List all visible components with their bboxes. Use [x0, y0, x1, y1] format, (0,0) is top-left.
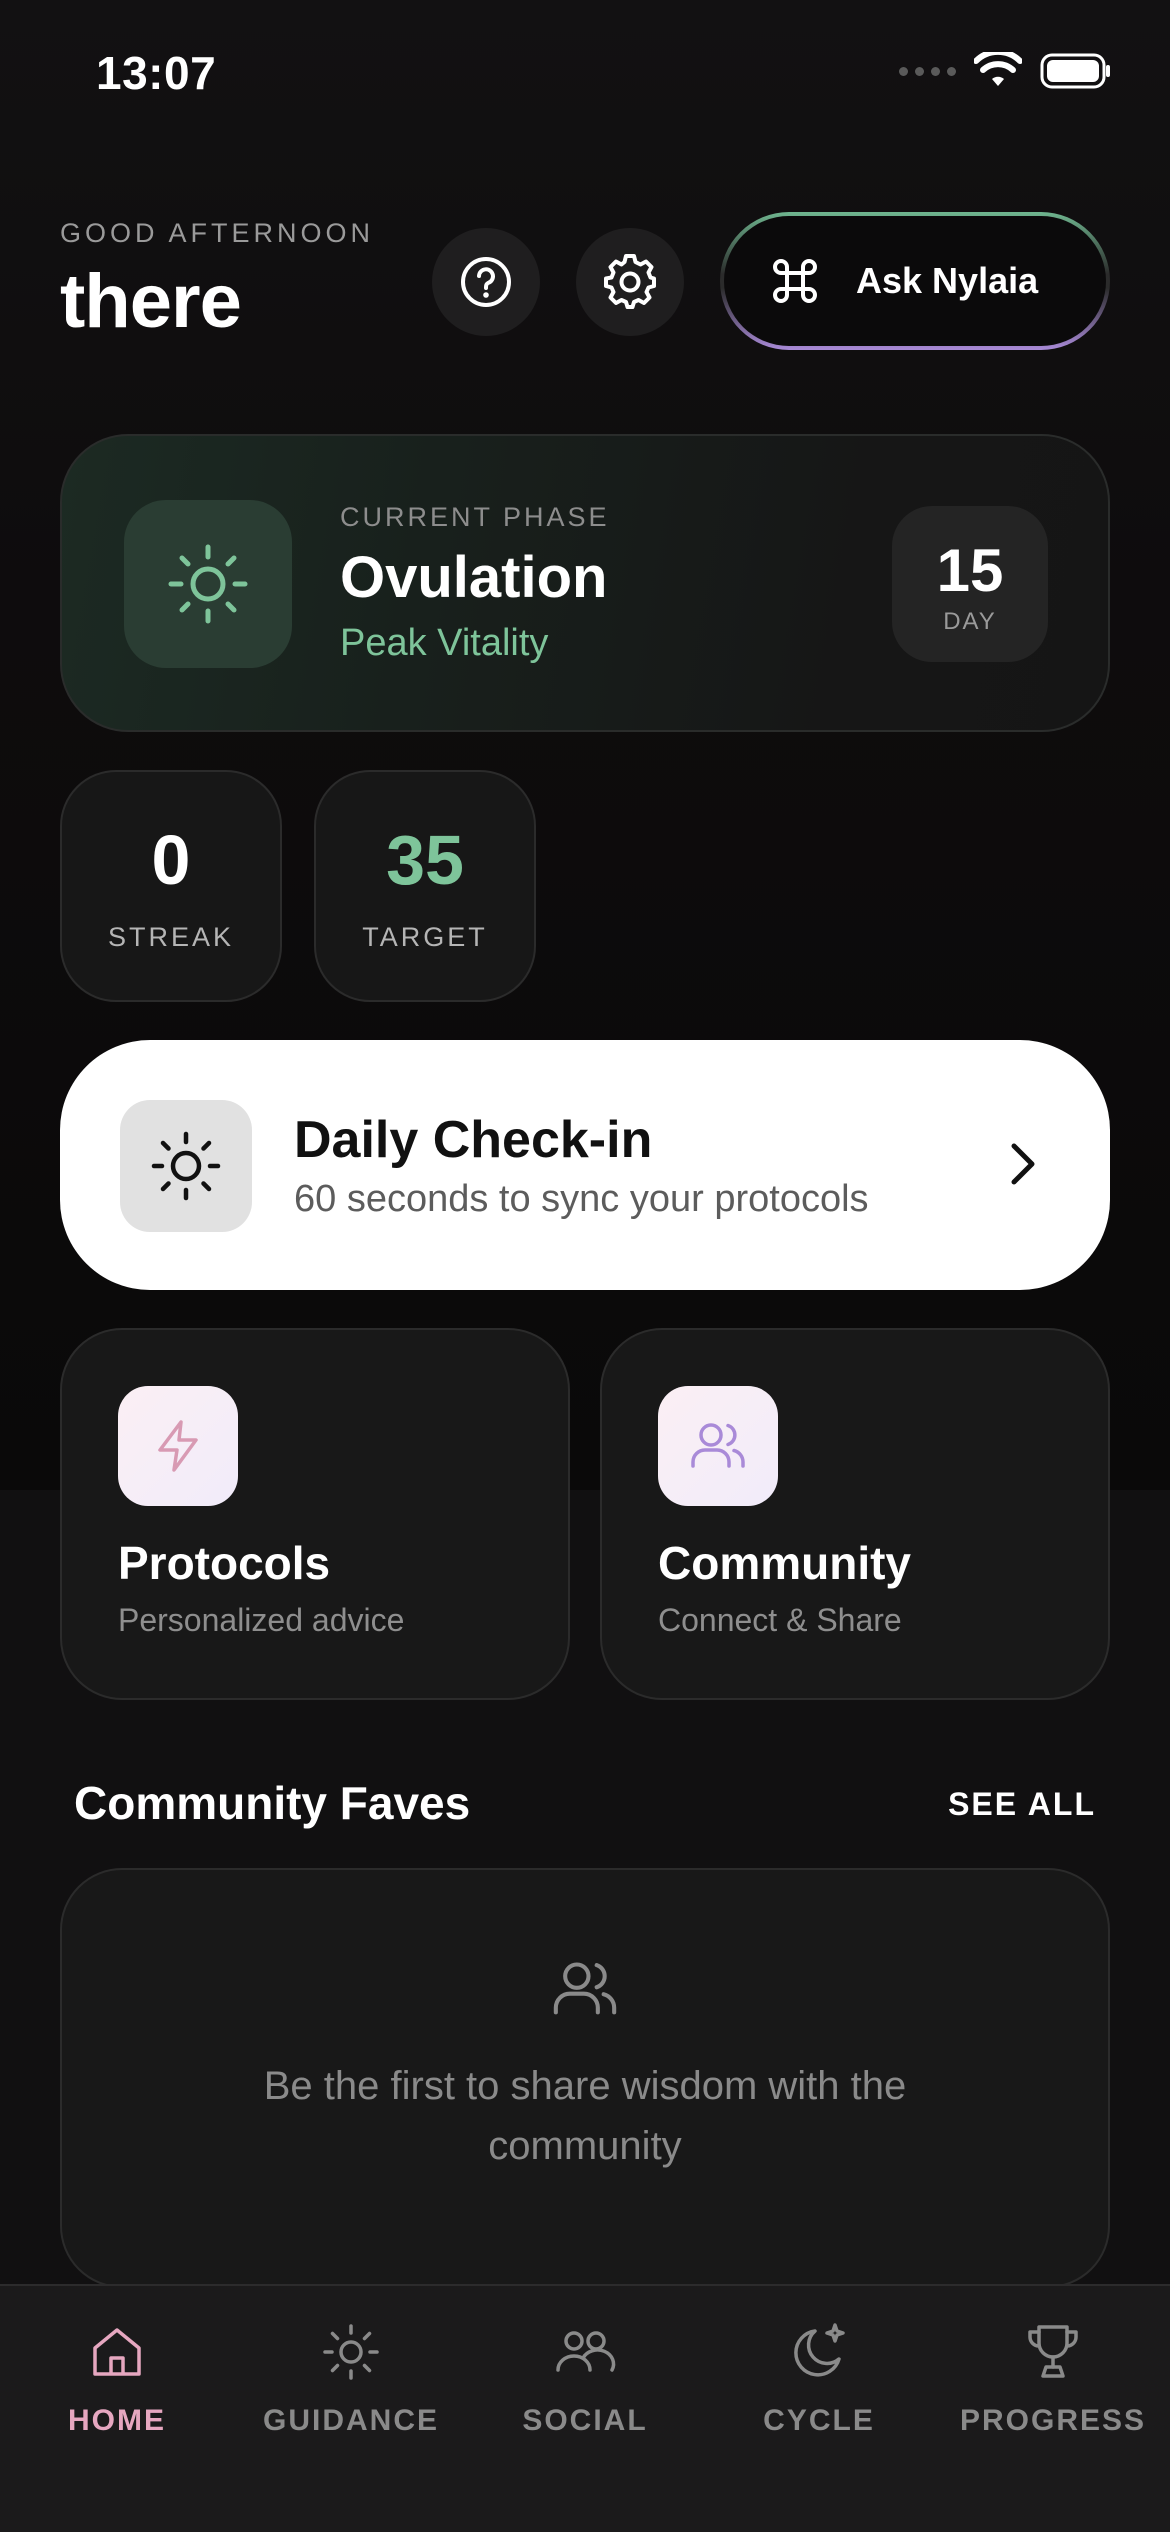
nav-guidance-label: GUIDANCE	[262, 2404, 439, 2437]
cycle-day-label: DAY	[943, 608, 997, 635]
streak-label: STREAK	[107, 922, 235, 952]
help-icon	[461, 257, 511, 307]
nav-progress[interactable]: PROGRESS	[936, 2312, 1170, 2438]
protocols-subtitle: Personalized advice	[118, 1602, 405, 1638]
nav-home-label: HOME	[68, 2404, 166, 2437]
ask-assistant-button[interactable]: Ask Nylaia	[720, 212, 1110, 350]
users-icon	[556, 2331, 616, 2372]
cellular-signal-icon	[899, 66, 956, 76]
nav-social-label: SOCIAL	[522, 2404, 648, 2437]
phase-tagline: Peak Vitality	[340, 622, 549, 664]
phase-section-label: CURRENT PHASE	[340, 502, 610, 532]
wifi-icon	[974, 52, 1022, 86]
community-faves-title: Community Faves	[74, 1777, 471, 1829]
community-subtitle: Connect & Share	[658, 1602, 902, 1638]
streak-value: 0	[151, 821, 191, 899]
community-empty-message: Be the first to share wisdom with the co…	[263, 2064, 907, 2168]
nav-social[interactable]: SOCIAL	[468, 2312, 702, 2438]
status-time: 13:07	[96, 47, 217, 99]
community-icon-box	[658, 1386, 778, 1506]
settings-button[interactable]	[576, 228, 684, 336]
community-card[interactable]: Community Connect & Share	[600, 1328, 1110, 1700]
home-icon	[93, 2328, 141, 2376]
command-icon	[773, 259, 817, 303]
community-title: Community	[658, 1537, 911, 1589]
chevron-right-icon	[1011, 1143, 1035, 1185]
bottom-navigation: HOME GUIDANCE SOCIAL CYCLE PROGRESS	[0, 2284, 1170, 2532]
community-faves-empty-card: Be the first to share wisdom with the co…	[60, 1868, 1110, 2288]
cycle-day-number: 15	[936, 537, 1004, 604]
nav-home[interactable]: HOME	[0, 2312, 234, 2438]
target-value: 35	[386, 821, 464, 899]
users-icon	[691, 1423, 745, 1468]
nav-cycle-label: CYCLE	[763, 2404, 875, 2437]
sun-icon	[323, 2324, 379, 2380]
current-phase-card[interactable]: CURRENT PHASE Ovulation Peak Vitality 15…	[60, 434, 1110, 732]
lightning-icon	[158, 1420, 198, 1472]
daily-checkin-button[interactable]: Daily Check-in 60 seconds to sync your p…	[60, 1040, 1110, 1290]
status-indicators	[899, 52, 1112, 90]
nav-progress-label: PROGRESS	[959, 2404, 1147, 2437]
battery-icon	[1040, 53, 1110, 89]
target-label: TARGET	[362, 922, 488, 952]
checkin-title: Daily Check-in	[294, 1111, 653, 1169]
target-stat-card: 35 TARGET	[314, 770, 536, 1002]
cycle-day-badge: 15 DAY	[892, 506, 1048, 662]
see-all-link[interactable]: SEE ALL	[948, 1786, 1096, 1823]
phase-icon-box	[124, 500, 292, 668]
protocols-icon-box	[118, 1386, 238, 1506]
sun-icon	[151, 1131, 221, 1201]
user-name: there	[60, 259, 242, 344]
nav-cycle[interactable]: CYCLE	[702, 2312, 936, 2438]
checkin-icon-box	[120, 1100, 252, 1232]
ask-button-label: Ask Nylaia	[856, 260, 1039, 301]
moon-icon	[794, 2323, 845, 2377]
users-icon	[553, 1962, 617, 2015]
nav-guidance[interactable]: GUIDANCE	[234, 2312, 468, 2438]
trophy-icon	[1028, 2325, 1078, 2378]
sun-icon	[168, 544, 248, 624]
protocols-title: Protocols	[118, 1537, 331, 1589]
help-button[interactable]	[432, 228, 540, 336]
greeting-label: GOOD AFTERNOON	[60, 218, 375, 248]
checkin-subtitle: 60 seconds to sync your protocols	[294, 1178, 869, 1220]
phase-name: Ovulation	[340, 545, 608, 610]
gear-icon	[604, 254, 656, 309]
streak-stat-card: 0 STREAK	[60, 770, 282, 1002]
protocols-card[interactable]: Protocols Personalized advice	[60, 1328, 570, 1700]
